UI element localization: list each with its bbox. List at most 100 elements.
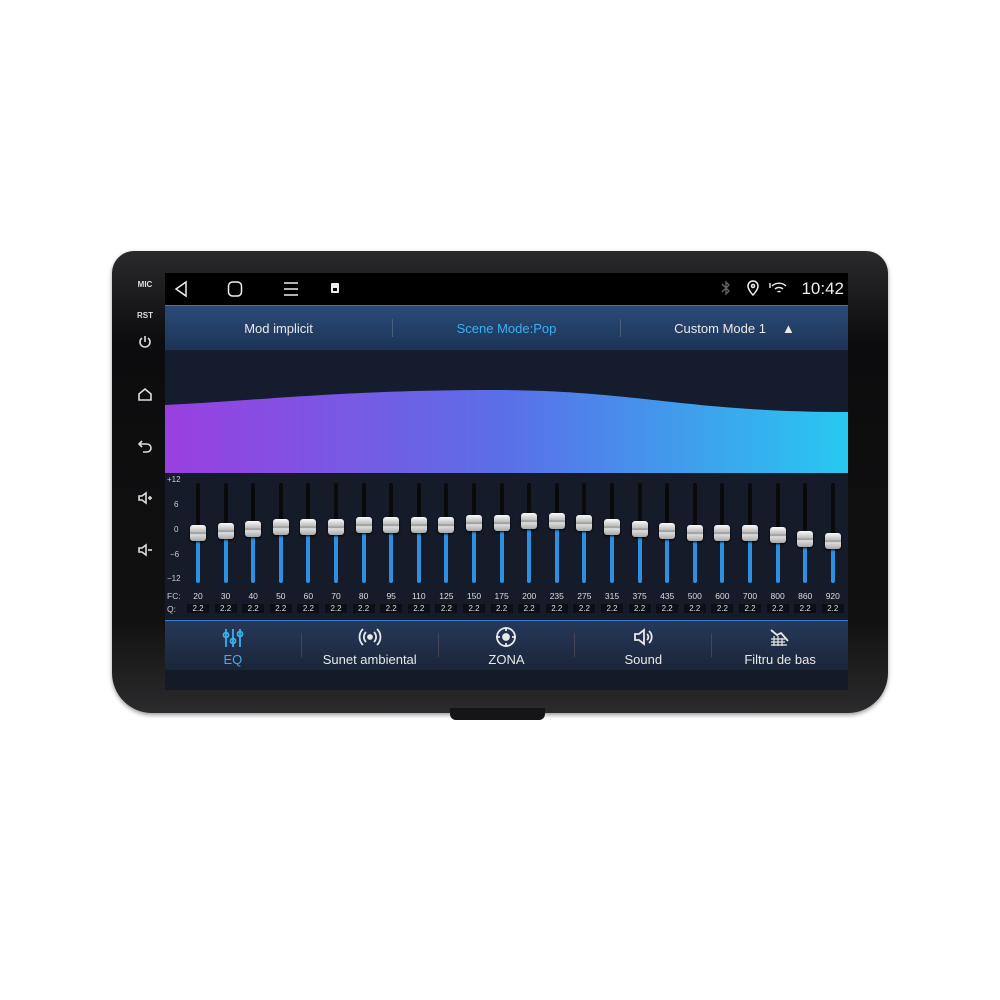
band-q-value[interactable]: 2.2 [214,604,237,613]
slider-fill [582,522,587,583]
screen: 10:42 Mod implicit Scene Mode:Pop Custom… [165,273,848,690]
band-q-value[interactable]: 2.2 [380,604,403,613]
band-q-value[interactable]: 2.2 [407,604,430,613]
slider-knob[interactable] [438,516,455,533]
band-q-value[interactable]: 2.2 [794,604,817,613]
slider-knob[interactable] [383,516,400,533]
tab-sunet-ambiental[interactable]: Sunet ambiental [302,621,438,670]
home-icon[interactable] [130,386,160,404]
slider-knob[interactable] [272,518,289,535]
band-q-value[interactable]: 2.2 [269,604,292,613]
slider-knob[interactable] [797,531,814,548]
slider-knob[interactable] [686,525,703,541]
band-frequency: 80 [358,591,369,601]
slider-knob[interactable] [576,514,593,531]
slider-knob[interactable] [714,525,731,541]
band-q-value[interactable]: 2.2 [490,604,513,613]
slider-knob[interactable] [769,527,786,544]
tab-sound[interactable]: Sound [575,621,711,670]
slider-fill [527,520,532,583]
nav-home-icon[interactable] [227,280,243,298]
band-frequency: 95 [386,591,396,601]
band-frequency: 435 [660,591,675,601]
band-q-value[interactable]: 2.2 [297,604,320,613]
band-frequency: 50 [276,591,286,601]
slider-fill [306,526,311,583]
slider-knob[interactable] [521,512,538,529]
y-label: −6 [170,550,180,559]
slider-fill [416,524,421,583]
back-icon[interactable] [130,438,160,456]
band-q-value[interactable]: 2.2 [463,604,485,613]
band-q-value[interactable]: 2.2 [628,604,651,613]
band-q-value[interactable]: 2.2 [187,604,209,613]
tab-label: Sound [624,652,663,667]
rst-button[interactable]: RST [130,311,160,320]
scene-mode-button[interactable]: Scene Mode:Pop [393,321,620,336]
q-label: Q: [167,604,176,614]
tab-label: EQ [223,652,243,667]
mode-header: Mod implicit Scene Mode:Pop Custom Mode … [165,305,848,350]
band-q-value[interactable]: 2.2 [325,604,347,613]
band-q-value[interactable]: 2.2 [656,604,679,613]
slider-knob[interactable] [548,512,565,529]
band-q-value[interactable]: 2.2 [518,604,541,613]
slider-knob[interactable] [493,514,510,531]
band-q-value[interactable]: 2.2 [739,604,761,613]
custom-mode-label: Custom Mode 1 [674,320,766,336]
custom-mode-button[interactable]: Custom Mode 1 ▲ [621,321,848,336]
nav-menu-icon[interactable] [283,280,299,298]
slider-knob[interactable] [659,522,676,539]
band-frequency: 110 [412,591,426,601]
volume-up-icon[interactable] [130,490,160,508]
band-frequency: 860 [798,591,813,601]
band-q-value[interactable]: 2.2 [352,604,375,613]
speaker-icon [634,628,653,646]
slider-knob[interactable] [466,514,482,531]
fc-label: FC: [167,591,181,601]
slider-knob[interactable] [328,518,344,535]
slider-knob[interactable] [217,522,234,539]
slider-knob[interactable] [245,520,262,537]
slider-fill [251,528,256,583]
band-q-value[interactable]: 2.2 [821,604,844,613]
tab-eq[interactable]: EQ [165,621,301,670]
slider-fill [361,524,366,583]
slider-knob[interactable] [742,525,758,541]
slider-knob[interactable] [824,533,841,550]
bottom-tabs: EQ Sunet ambiental ZONA Sound Filtru de bas [165,620,848,670]
band-frequency: 125 [439,591,454,601]
slider-knob[interactable] [355,516,372,533]
slider-knob[interactable] [190,525,206,541]
status-bar: 10:42 [165,273,848,305]
bezel-notch [450,708,545,720]
triangle-up-icon: ▲ [781,320,795,336]
band-frequency: 60 [303,591,314,601]
power-icon[interactable] [130,334,160,352]
bluetooth-icon [721,280,730,296]
slider-fill [637,528,642,583]
slider-knob[interactable] [604,518,620,535]
band-frequency: 235 [549,591,564,601]
band-q-value[interactable]: 2.2 [683,604,706,613]
tab-filtru-de-bas[interactable]: Filtru de bas [712,621,848,670]
band-q-value[interactable]: 2.2 [601,604,623,613]
band-q-value[interactable]: 2.2 [711,604,734,613]
nav-back-icon[interactable] [173,280,189,298]
notification-icon [331,283,339,293]
slider-knob[interactable] [410,516,427,533]
surround-icon [358,628,381,646]
band-q-value[interactable]: 2.2 [766,604,789,613]
volume-down-icon[interactable] [130,542,160,560]
band-frequency: 700 [742,591,758,601]
band-q-value[interactable]: 2.2 [573,604,596,613]
default-mode-button[interactable]: Mod implicit [165,321,392,336]
slider-knob[interactable] [631,520,648,537]
band-frequency: 920 [825,591,840,601]
band-q-value[interactable]: 2.2 [545,604,568,613]
slider-knob[interactable] [300,518,317,535]
band-q-value[interactable]: 2.2 [435,604,458,613]
band-q-value[interactable]: 2.2 [242,604,265,613]
band-frequency: 600 [715,591,730,601]
tab-zona[interactable]: ZONA [439,621,575,670]
